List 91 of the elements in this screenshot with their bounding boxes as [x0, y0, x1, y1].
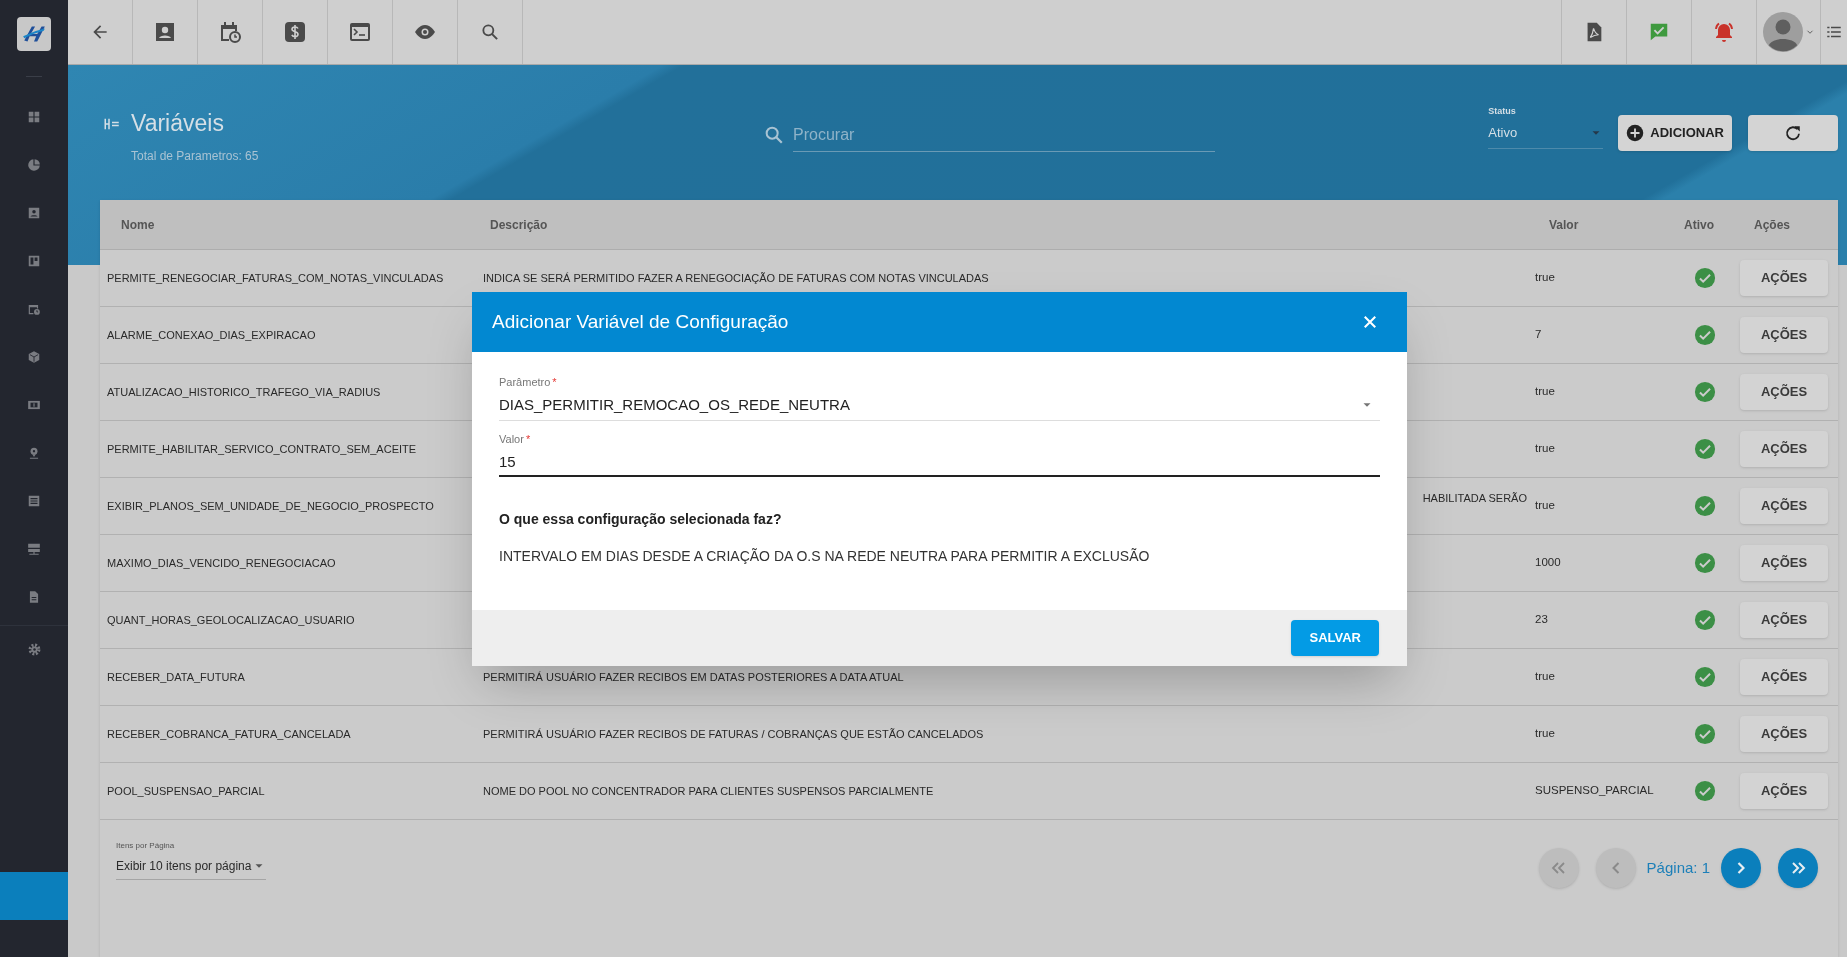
table-cell-text: 1000: [1535, 555, 1562, 571]
actions-button[interactable]: AÇÕES: [1740, 773, 1828, 809]
column-header: Nome: [120, 216, 156, 234]
dollar-icon[interactable]: [283, 20, 307, 44]
table-cell-text: PERMITE_HABILITAR_SERVICO_CONTRATO_SEM_ACEITE: [107, 441, 418, 457]
actions-button[interactable]: AÇÕES: [1740, 716, 1828, 752]
actions-button[interactable]: AÇÕES: [1740, 260, 1828, 296]
status-label: Status: [1488, 105, 1517, 118]
actions-button[interactable]: AÇÕES: [1740, 374, 1828, 410]
last-page-button[interactable]: [1778, 848, 1818, 888]
table-cell-text: true: [1535, 726, 1556, 742]
calendar-clock-icon[interactable]: [218, 20, 242, 44]
column-header: Ações: [1754, 216, 1792, 234]
cube-icon[interactable]: [27, 350, 41, 364]
page-size-select[interactable]: Exibir 10 itens por página: [116, 852, 266, 880]
table-cell-text: PERMITE_RENEGOCIAR_FATURAS_COM_NOTAS_VINCULADAS: [107, 270, 445, 286]
server-icon[interactable]: [27, 542, 41, 556]
dashboard-icon[interactable]: [27, 110, 41, 124]
alarm-bell-icon[interactable]: [1712, 20, 1736, 44]
parameter-select[interactable]: DIAS_PERMITIR_REMOCAO_OS_REDE_NEUTRA: [499, 390, 1380, 421]
page-indicator: Página: 1: [1646, 857, 1710, 878]
table-cell-text: RECEBER_COBRANCA_FATURA_CANCELADA: [107, 726, 352, 742]
money-icon[interactable]: [27, 398, 41, 412]
avatar-icon[interactable]: [1762, 12, 1803, 52]
actions-button[interactable]: AÇÕES: [1740, 317, 1828, 353]
actions-button[interactable]: AÇÕES: [1740, 545, 1828, 581]
table-cell-text: EXIBIR_PLANOS_SEM_UNIDADE_DE_NEGOCIO_PROSPECTO: [107, 498, 435, 514]
contact-icon[interactable]: [27, 206, 41, 220]
description-text: INTERVALO EM DIAS DESDE A CRIAÇÃO DA O.S NA REDE NEUTRA PARA PERMITIR A EXCLUSÃO: [499, 547, 1151, 566]
status-select[interactable]: Ativo: [1488, 118, 1604, 149]
table-cell-text: MAXIMO_DIAS_VENCIDO_RENEGOCIACAO: [107, 555, 337, 571]
search-icon: [763, 124, 785, 146]
sidebar-highlight: [0, 872, 68, 920]
refresh-icon: [1784, 124, 1802, 142]
logo-icon[interactable]: [17, 17, 51, 51]
chevron-right-icon: [1737, 862, 1745, 874]
list-icon[interactable]: [27, 494, 41, 508]
table-cell-text: INDICA SE SERÁ PERMITIDO FAZER A RENEGOCIAÇÃO DE FATURAS COM NOTAS VINCULADAS: [483, 270, 989, 286]
add-button[interactable]: ADICIONAR: [1618, 115, 1732, 151]
actions-button[interactable]: AÇÕES: [1740, 431, 1828, 467]
actions-button[interactable]: AÇÕES: [1740, 659, 1828, 695]
field-label: Parâmetro *: [499, 375, 558, 390]
calendar-clock-icon[interactable]: [27, 302, 41, 316]
table-cell-text: RECEBER_DATA_FUTURA: [107, 669, 246, 685]
page-size-label: Itens por Página: [116, 840, 176, 852]
terminal-icon[interactable]: [348, 20, 372, 44]
value-field[interactable]: 15: [499, 447, 1380, 477]
table-cell-text: NOME DO POOL NO CONCENTRADOR PARA CLIENTES SUSPENSOS PARCIALMENTE: [483, 783, 934, 799]
required-mark: *: [525, 432, 531, 445]
column-header: Valor: [1549, 216, 1580, 234]
table-cell-text: ATUALIZACAO_HISTORICO_TRAFEGO_VIA_RADIUS: [107, 384, 382, 400]
search-field[interactable]: Procurar: [793, 118, 1215, 152]
column-header: Ativo: [1684, 216, 1715, 234]
double-chevron-left-icon: [1551, 862, 1567, 874]
table-cell-text: true: [1535, 498, 1556, 514]
double-chevron-right-icon: [1790, 862, 1806, 874]
refresh-button[interactable]: [1748, 115, 1838, 151]
plus-circle-icon: [1626, 124, 1645, 142]
field-label: Valor *: [499, 431, 532, 447]
table-cell-text: PERMITIRÁ USUÁRIO FAZER RECIBOS DE FATURAS / COBRANÇAS QUE ESTÃO CANCELADOS: [483, 726, 984, 742]
required-mark: *: [552, 376, 557, 388]
search-icon[interactable]: [480, 22, 500, 42]
location-pin-icon[interactable]: [27, 446, 41, 460]
table-cell-text: SUSPENSO_PARCIAL: [1535, 783, 1655, 799]
pie-chart-icon[interactable]: [27, 158, 41, 172]
settings-icon[interactable]: [26, 642, 42, 657]
document-icon[interactable]: [27, 590, 41, 604]
column-header: Descrição: [490, 216, 549, 234]
next-page-button[interactable]: [1721, 848, 1761, 888]
table-cell-text: true: [1535, 669, 1556, 685]
board-icon[interactable]: [27, 254, 41, 268]
contact-card-icon[interactable]: [153, 20, 177, 44]
chevron-left-icon: [1611, 862, 1620, 874]
table-cell-text: ALARME_CONEXAO_DIAS_EXPIRACAO: [107, 327, 317, 343]
table-cell-text: PERMITIRÁ USUÁRIO FAZER RECIBOS EM DATAS POSTERIORES A DATA ATUAL: [483, 669, 904, 685]
table-cell-text: 7: [1535, 327, 1543, 343]
actions-button[interactable]: AÇÕES: [1740, 602, 1828, 638]
table-cell-text: true: [1535, 441, 1556, 457]
table-cell-text: true: [1535, 270, 1556, 286]
table-cell-text: POOL_SUSPENSAO_PARCIAL: [107, 783, 266, 799]
table-cell-text: HABILITADA SERÃO: [1422, 491, 1527, 506]
actions-button[interactable]: AÇÕES: [1740, 488, 1828, 524]
table-cell-text: true: [1535, 384, 1556, 400]
table-cell-text: 23: [1535, 612, 1549, 628]
close-icon[interactable]: [1361, 313, 1379, 331]
table-cell-text: QUANT_HORAS_GEOLOCALIZACAO_USUARIO: [107, 612, 356, 628]
dialog-title: Adicionar Variável de Configuração: [492, 309, 789, 334]
subtitle: Total de Parametros: 65: [131, 148, 259, 165]
question-heading: O que essa configuração selecionada faz?: [499, 510, 783, 529]
chat-check-icon[interactable]: [1648, 21, 1670, 43]
page-title: Variáveis: [131, 109, 225, 138]
